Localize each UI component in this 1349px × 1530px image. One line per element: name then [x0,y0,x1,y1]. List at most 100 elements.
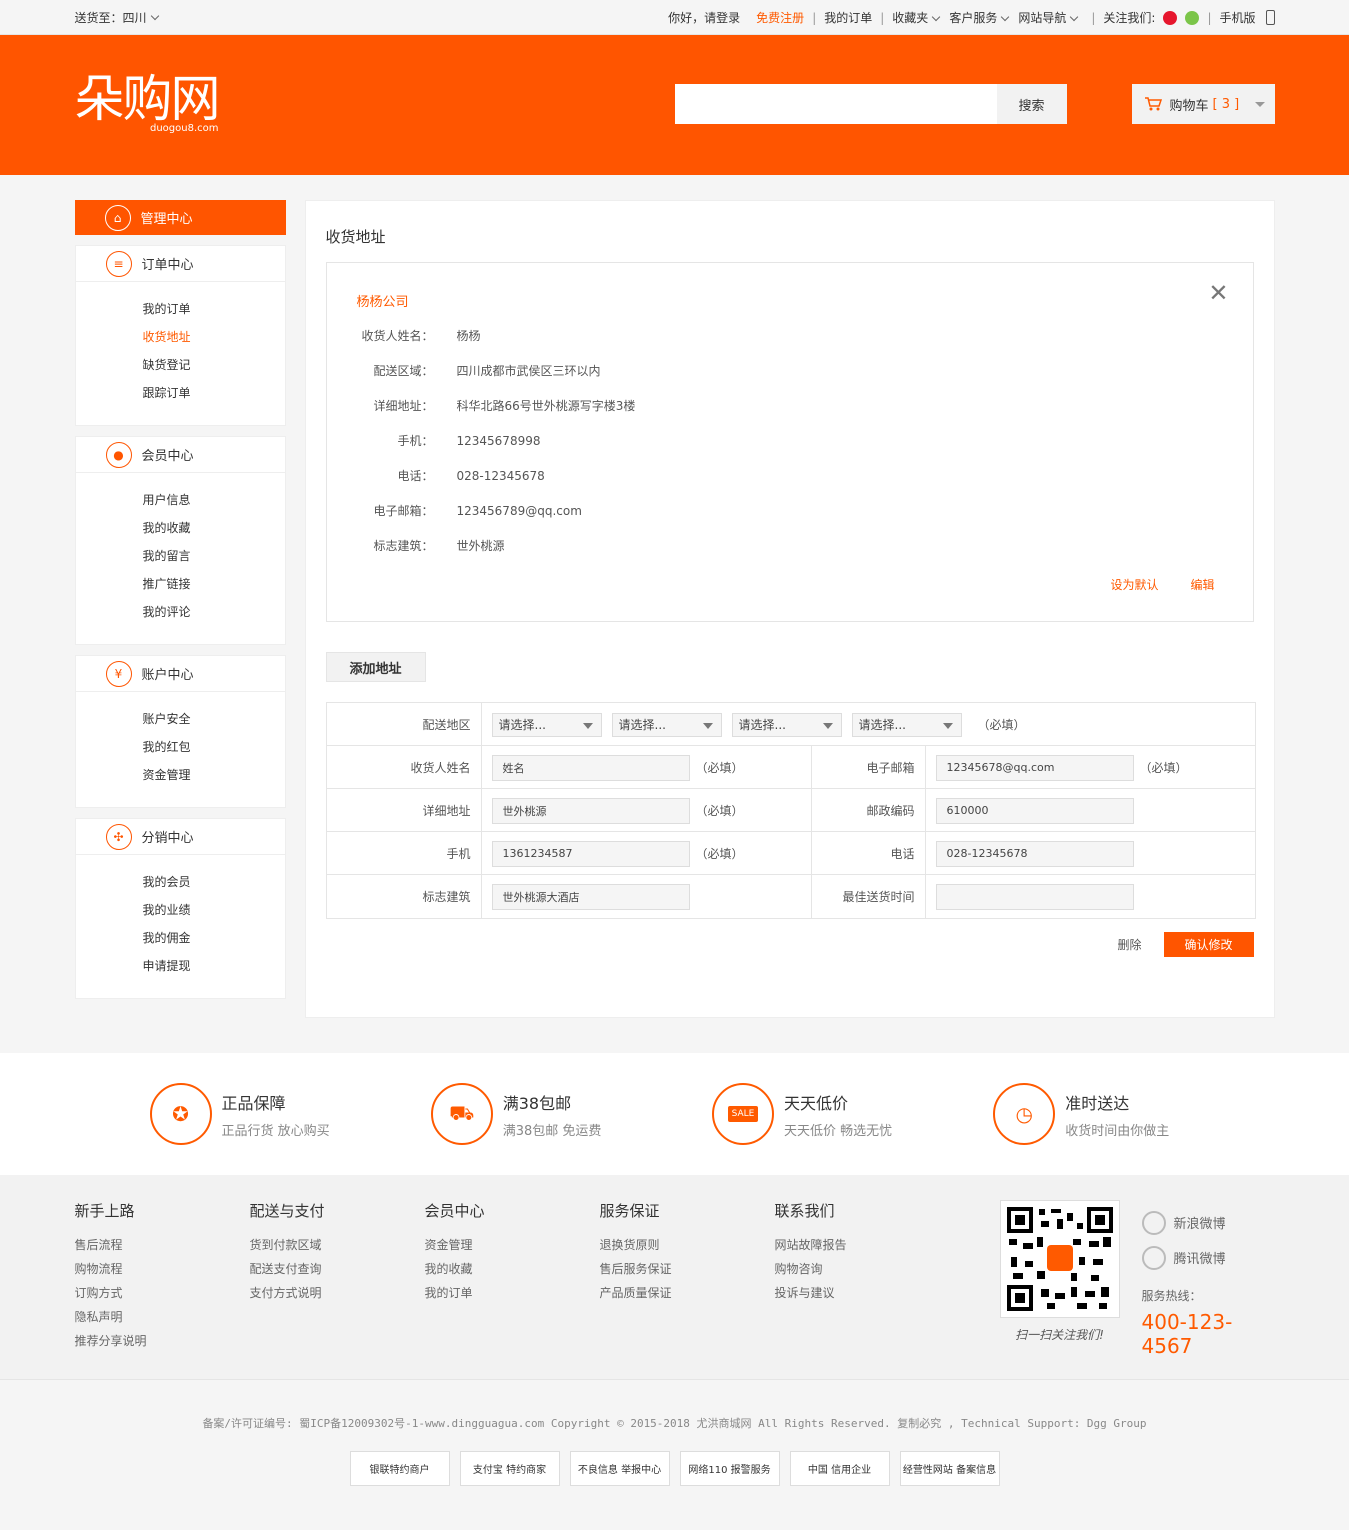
feature-title: 满38包邮 [502,1093,572,1113]
footer-link[interactable]: 售后流程 [75,1236,250,1260]
feature-low-price: SALE 天天低价 天天低价 畅选无忧 [712,1083,993,1145]
sidebar-item-favorites[interactable]: 我的收藏 [76,514,285,542]
footer-link[interactable]: 退换货原则 [600,1236,775,1260]
footer-link[interactable]: 产品质量保证 [600,1284,775,1308]
sidebar-head-label: 管理中心 [140,212,193,227]
zip-input[interactable]: 610000 [935,797,1134,824]
tencent-weibo-link[interactable]: 腾讯微博 [1141,1240,1275,1275]
sidebar-group-title[interactable]: ✣ 分销中心 [75,819,285,855]
delivery-time-input[interactable] [935,883,1134,910]
footer-link[interactable]: 推荐分享说明 [75,1332,250,1356]
delete-link[interactable]: 删除 [1117,936,1141,953]
footer-link[interactable]: 购物咨询 [775,1260,950,1284]
site-logo[interactable]: 朵购网 duogou8.com [75,71,221,134]
email-label: 电子邮箱 [812,746,926,789]
row-value: 123456789@qq.com [456,504,582,518]
mobile-link[interactable]: 手机版 [1219,9,1255,26]
favorites-menu[interactable]: 收藏夹 [892,9,941,26]
sidebar-item-user-info[interactable]: 用户信息 [76,486,285,514]
follow-label: 关注我们: [1103,11,1156,25]
phone-input[interactable]: 028-12345678 [935,840,1134,867]
alipay-badge[interactable]: 支付宝 特约商家 [459,1451,560,1486]
sina-weibo-link[interactable]: 新浪微博 [1141,1205,1275,1240]
edit-link[interactable]: 编辑 [1190,576,1214,593]
credit-enterprise-badge[interactable]: 中国 信用企业 [789,1451,890,1486]
deliver-to[interactable]: 送货至： 四川 [75,9,160,26]
footer-link[interactable]: 配送支付查询 [250,1260,425,1284]
row-label: 电话： [397,469,434,483]
footer: 新手上路 售后流程 购物流程 订购方式 隐私声明 推荐分享说明 配送与支付 货到… [0,1175,1349,1380]
chevron-down-icon [932,12,941,22]
sidebar-item-reviews[interactable]: 我的评论 [76,598,285,626]
icp-record-badge[interactable]: 经营性网站 备案信息 [899,1451,1000,1486]
my-orders-link[interactable]: 我的订单 [824,9,872,26]
set-default-link[interactable]: 设为默认 [1110,576,1158,593]
unionpay-badge[interactable]: 银联特约商户 [349,1451,450,1486]
search-button[interactable]: 搜索 [996,84,1067,124]
sidebar-item-address[interactable]: 收货地址 [76,323,285,351]
email-input[interactable]: 12345678@qq.com [935,754,1134,781]
name-input[interactable]: 姓名 [491,754,690,781]
sidebar-item-withdraw[interactable]: 申请提现 [76,952,285,980]
qr-block: 扫一扫关注我们! [999,1200,1120,1343]
footer-link[interactable]: 购物流程 [75,1260,250,1284]
form-row: 配送地区 请选择... 请选择... 请选择... 请选择... （必填） [326,703,1255,746]
divider: | [1091,10,1096,25]
page-title: 收货地址 [325,228,386,246]
sidebar-item-track-order[interactable]: 跟踪订单 [76,379,285,407]
sidebar-item-funds[interactable]: 资金管理 [76,761,285,789]
group-title-label: 订单中心 [141,258,194,273]
area-select[interactable]: 请选择... [851,712,962,737]
footer-link[interactable]: 我的收藏 [425,1260,600,1284]
mobile-input[interactable]: 1361234587 [491,840,690,867]
footer-col-service: 服务保证 退换货原则 售后服务保证 产品质量保证 [600,1200,775,1380]
wechat-icon[interactable] [1185,10,1200,25]
cart-button[interactable]: 购物车 [ 3 ] [1131,84,1275,124]
caret-down-icon [942,722,953,729]
weibo-icon[interactable] [1163,10,1178,25]
footer-link[interactable]: 订购方式 [75,1284,250,1308]
select-value: 请选择... [858,718,906,732]
feature-title: 正品保障 [221,1093,286,1113]
sidebar-group-title[interactable]: ● 会员中心 [75,437,285,473]
sidebar-head[interactable]: ⌂ 管理中心 [74,200,286,235]
customer-service-menu[interactable]: 客户服务 [949,9,1010,26]
address-input[interactable]: 世外桃源 [491,797,690,824]
landmark-input[interactable]: 世外桃源大酒店 [491,883,690,910]
city-select[interactable]: 请选择... [611,712,722,737]
footer-link[interactable]: 售后服务保证 [600,1260,775,1284]
sidebar-item-red-packet[interactable]: 我的红包 [76,733,285,761]
sidebar-group-title[interactable]: ≡ 订单中心 [75,246,285,282]
close-icon[interactable]: ✕ [1208,279,1228,307]
search-input[interactable] [674,84,997,124]
sidebar-item-security[interactable]: 账户安全 [76,705,285,733]
footer-link[interactable]: 我的订单 [425,1284,600,1308]
login-link[interactable]: 你好，请登录 [668,9,740,26]
confirm-button[interactable]: 确认修改 [1163,932,1254,957]
sidebar-item-out-of-stock[interactable]: 缺货登记 [76,351,285,379]
sidebar-item-performance[interactable]: 我的业绩 [76,896,285,924]
province-select[interactable]: 请选择... [491,712,602,737]
sidebar-item-my-orders[interactable]: 我的订单 [76,295,285,323]
report-center-badge[interactable]: 不良信息 举报中心 [569,1451,670,1486]
police-110-badge[interactable]: 网络110 报警服务 [679,1451,780,1486]
sidebar-item-promo-link[interactable]: 推广链接 [76,570,285,598]
sidebar-group-title[interactable]: ¥ 账户中心 [75,656,285,692]
sidebar-item-my-members[interactable]: 我的会员 [76,868,285,896]
footer-link[interactable]: 投诉与建议 [775,1284,950,1308]
site-nav-menu[interactable]: 网站导航 [1018,9,1079,26]
district-select[interactable]: 请选择... [731,712,842,737]
footer-link[interactable]: 支付方式说明 [250,1284,425,1308]
stopwatch-icon: ◷ [993,1083,1056,1145]
register-link[interactable]: 免费注册 [756,9,804,26]
sidebar-item-messages[interactable]: 我的留言 [76,542,285,570]
footer-link[interactable]: 货到付款区域 [250,1236,425,1260]
add-address-button[interactable]: 添加地址 [325,652,426,682]
divider: | [1207,10,1212,25]
footer-link[interactable]: 资金管理 [425,1236,600,1260]
sidebar-item-commission[interactable]: 我的佣金 [76,924,285,952]
select-value: 请选择... [498,718,546,732]
feature-genuine: ✪ 正品保障 正品行货 放心购买 [149,1083,431,1145]
footer-link[interactable]: 隐私声明 [75,1308,250,1332]
footer-link[interactable]: 网站故障报告 [775,1236,950,1260]
